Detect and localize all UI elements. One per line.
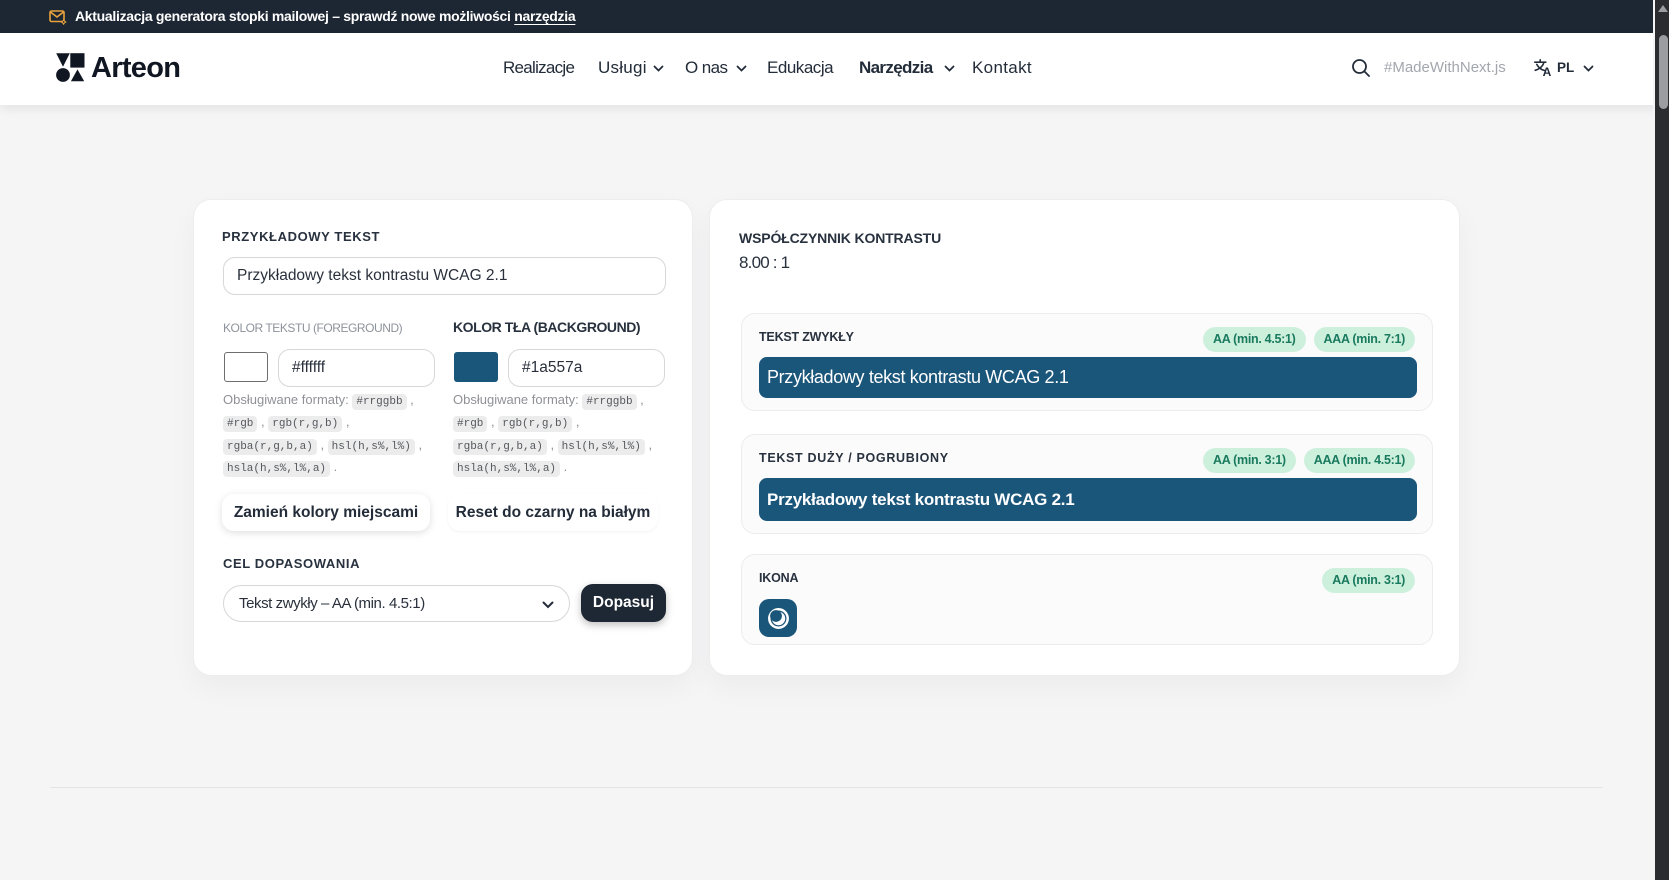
svg-text:A: A — [1543, 65, 1552, 77]
